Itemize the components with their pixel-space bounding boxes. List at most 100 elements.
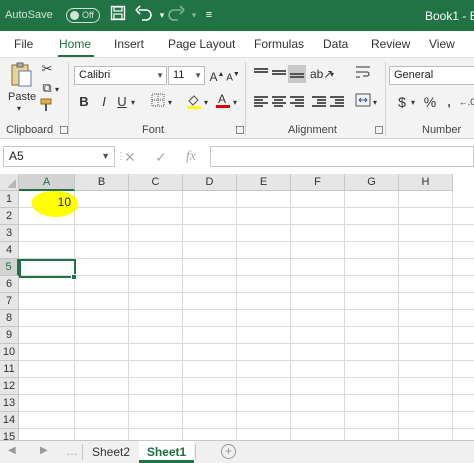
name-box[interactable]: A5 ▼ <box>3 146 115 167</box>
align-center-icon[interactable] <box>270 93 288 111</box>
row-header-5[interactable]: 5 <box>0 259 19 276</box>
row-header-15[interactable]: 15 <box>0 429 19 440</box>
alignment-launcher-icon[interactable] <box>375 126 383 134</box>
align-right-icon[interactable] <box>288 93 306 111</box>
active-cell-selection[interactable] <box>19 259 76 278</box>
font-launcher-icon[interactable] <box>236 126 244 134</box>
gridline-horizontal <box>19 207 474 208</box>
tab-divider <box>82 444 83 460</box>
font-color-dropdown-icon[interactable]: ▾ <box>230 94 240 112</box>
format-painter-icon[interactable] <box>38 98 56 116</box>
align-top-icon[interactable] <box>252 65 270 83</box>
tab-formulas[interactable]: Formulas <box>254 37 304 51</box>
align-middle-icon[interactable] <box>270 65 288 83</box>
sheet-tab-sheet1[interactable]: Sheet1 <box>139 441 194 463</box>
number-format-select[interactable]: General <box>389 66 474 85</box>
cut-icon[interactable]: ✂ <box>38 60 56 78</box>
undo-icon[interactable] <box>134 5 154 25</box>
row-header-9[interactable]: 9 <box>0 327 19 344</box>
formula-bar: A5 ▼ ⋮ ✕ ✓ fx <box>0 139 474 174</box>
row-header-7[interactable]: 7 <box>0 293 19 310</box>
column-header-a[interactable]: A <box>19 174 75 191</box>
next-sheet-icon[interactable]: ▶ <box>40 445 48 456</box>
row-header-8[interactable]: 8 <box>0 310 19 327</box>
increase-decimal-icon[interactable]: ←.0 <box>458 93 474 111</box>
tab-insert[interactable]: Insert <box>114 37 144 51</box>
tab-review[interactable]: Review <box>371 37 410 51</box>
row-header-11[interactable]: 11 <box>0 361 19 378</box>
percent-button[interactable]: % <box>421 93 439 111</box>
borders-dropdown-icon[interactable]: ▾ <box>165 94 175 112</box>
align-left-icon[interactable] <box>252 93 270 111</box>
redo-icon[interactable] <box>166 5 186 25</box>
enter-icon[interactable]: ✓ <box>155 149 167 166</box>
column-header-g[interactable]: G <box>345 174 399 191</box>
row-header-1[interactable]: 1 <box>0 191 19 208</box>
save-icon[interactable] <box>108 5 128 25</box>
column-header-h[interactable]: H <box>399 174 453 191</box>
increase-indent-icon[interactable] <box>328 93 346 111</box>
column-header-d[interactable]: D <box>183 174 237 191</box>
row-header-12[interactable]: 12 <box>0 378 19 395</box>
column-header-b[interactable]: B <box>75 174 129 191</box>
row-header-14[interactable]: 14 <box>0 412 19 429</box>
copy-dropdown-icon[interactable]: ▾ <box>52 81 62 99</box>
row-header-2[interactable]: 2 <box>0 208 19 225</box>
decrease-font-icon[interactable]: A▼ <box>224 66 242 84</box>
sheet-tab-sheet2[interactable]: Sheet2 <box>84 441 138 463</box>
select-all-corner[interactable] <box>0 174 19 191</box>
decrease-indent-icon[interactable] <box>310 93 328 111</box>
row-header-6[interactable]: 6 <box>0 276 19 293</box>
tab-home[interactable]: Home <box>59 37 91 51</box>
more-sheets-icon[interactable]: … <box>66 444 78 458</box>
gridline-horizontal <box>19 224 474 225</box>
cell-a1[interactable]: 10 <box>20 194 74 211</box>
add-sheet-button[interactable]: + <box>221 444 236 459</box>
font-name-select[interactable]: Calibri ▼ <box>74 66 167 85</box>
comma-style-icon[interactable]: , <box>440 93 458 111</box>
orientation-icon[interactable]: ab↗ <box>310 65 333 83</box>
currency-dropdown-icon[interactable]: ▾ <box>408 94 418 112</box>
column-header-e[interactable]: E <box>237 174 291 191</box>
prev-sheet-icon[interactable]: ◀ <box>8 445 16 456</box>
worksheet-grid[interactable]: ABCDEFGH 1 2 3 4 5 6 7 8 9 10 11 12 13 14 15 10 <box>0 174 474 440</box>
document-title: Book1 - E <box>425 9 474 23</box>
tab-page-layout[interactable]: Page Layout <box>168 37 235 51</box>
row-header-13[interactable]: 13 <box>0 395 19 412</box>
merge-dropdown-icon[interactable]: ▾ <box>370 94 380 112</box>
chevron-down-icon: ▼ <box>194 71 202 80</box>
row-header-4[interactable]: 4 <box>0 242 19 259</box>
fill-color-dropdown-icon[interactable]: ▾ <box>201 94 211 112</box>
underline-dropdown-icon[interactable]: ▾ <box>128 94 138 112</box>
wrap-text-icon[interactable] <box>354 65 372 83</box>
bold-button[interactable]: B <box>75 93 93 111</box>
clipboard-launcher-icon[interactable] <box>60 126 68 134</box>
autosave-toggle[interactable]: Off <box>66 8 100 23</box>
align-bottom-icon[interactable] <box>288 65 306 83</box>
paste-dropdown-icon[interactable]: ▾ <box>17 104 21 113</box>
tab-view[interactable]: View <box>429 37 455 51</box>
insert-function-icon[interactable]: fx <box>186 149 196 165</box>
gridline-horizontal <box>19 258 474 259</box>
name-box-value: A5 <box>9 149 24 163</box>
gridline-vertical <box>344 191 345 440</box>
autosave-label: AutoSave <box>5 9 53 21</box>
paste-label[interactable]: Paste <box>8 91 36 103</box>
formula-input[interactable] <box>210 146 474 167</box>
row-header-3[interactable]: 3 <box>0 225 19 242</box>
fill-handle[interactable] <box>71 274 77 280</box>
ribbon-tabs: File Home Insert Page Layout Formulas Da… <box>0 31 474 57</box>
tab-data[interactable]: Data <box>323 37 348 51</box>
italic-button[interactable]: I <box>95 93 113 111</box>
paste-icon[interactable] <box>8 61 34 89</box>
customize-qat-icon[interactable]: ≡ <box>199 5 219 25</box>
row-header-10[interactable]: 10 <box>0 344 19 361</box>
column-header-f[interactable]: F <box>291 174 345 191</box>
cancel-icon[interactable]: ✕ <box>124 149 136 166</box>
tab-file[interactable]: File <box>14 37 33 51</box>
orientation-dropdown-icon[interactable]: ▾ <box>327 66 337 84</box>
font-size-select[interactable]: 11 ▼ <box>168 66 205 85</box>
column-header-c[interactable]: C <box>129 174 183 191</box>
formula-bar-grip-icon[interactable]: ⋮ <box>116 151 126 163</box>
group-separator <box>245 62 246 136</box>
